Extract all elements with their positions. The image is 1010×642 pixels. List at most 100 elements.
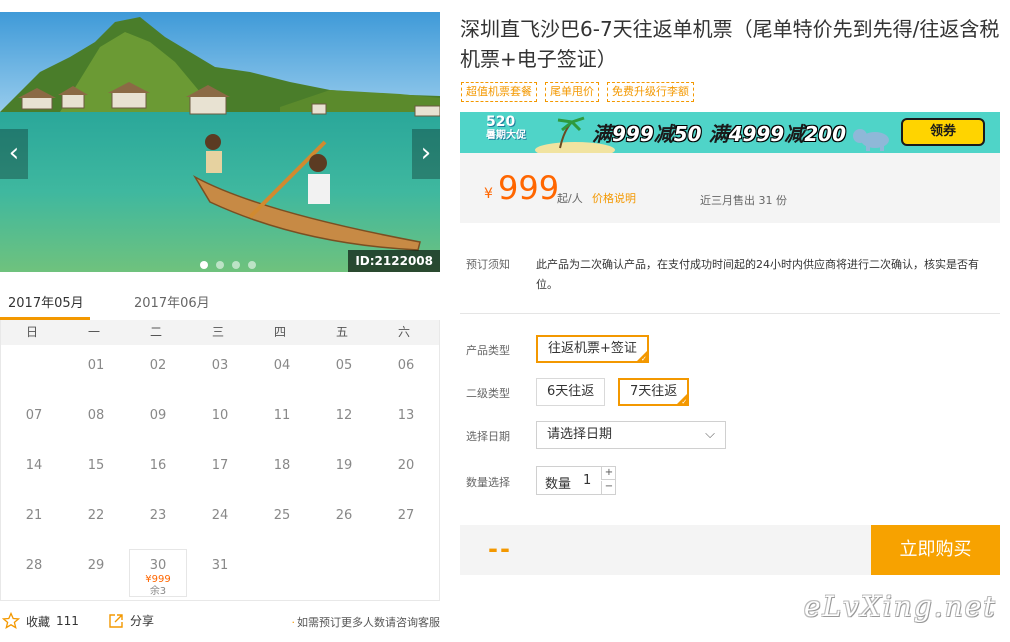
calendar-day-number: 04 — [273, 358, 291, 373]
calendar-day: 31 — [191, 549, 249, 597]
calendar-day: 22 — [67, 499, 125, 547]
tag-clearance: 尾单甩价 — [545, 82, 599, 102]
calendar-day: 05 — [315, 349, 373, 397]
calendar-day-number: 16 — [149, 458, 167, 473]
calendar-day-number: 24 — [211, 508, 229, 523]
calendar-day: 20 — [377, 449, 435, 497]
banner-word: 减 — [784, 122, 805, 146]
quantity-field-label: 数量 — [545, 477, 572, 492]
calendar-day: 12 — [315, 399, 373, 447]
product-gallery[interactable]: ‹ › ID:2122008 — [0, 12, 440, 272]
calendar-day-number: 10 — [211, 408, 229, 423]
gallery-dot[interactable] — [200, 261, 208, 269]
calendar-day: 13 — [377, 399, 435, 447]
calendar-day-available[interactable]: 30 ¥999 余3 — [129, 549, 187, 597]
total-price: -- — [488, 535, 512, 563]
gallery-dots — [200, 261, 256, 269]
calendar-day-number: 25 — [273, 508, 291, 523]
quantity-decrease-button[interactable]: − — [601, 481, 616, 494]
calendar-day: 21 — [5, 499, 63, 547]
tab-month-1[interactable]: 2017年05月 — [8, 292, 84, 311]
calendar-day-number: 30 — [149, 558, 167, 573]
weekday-label: 五 — [335, 325, 348, 339]
weekday-label: 三 — [211, 325, 224, 339]
consult-note: · 如需预订更多人数请咨询客服 — [292, 614, 441, 630]
sub-type-option-7-day[interactable]: 7天往返 — [618, 378, 690, 407]
calendar-day: 23 — [129, 499, 187, 547]
banner-logo-number: 520 — [486, 114, 516, 130]
calendar-day-number: 27 — [397, 508, 415, 523]
sub-type-option-6-day[interactable]: 6天往返 — [536, 378, 606, 406]
calendar-day-number: 29 — [87, 558, 105, 573]
price-currency: ¥ — [484, 186, 493, 202]
product-id-badge: ID:2122008 — [348, 250, 440, 272]
calendar-day-number: 21 — [25, 508, 43, 523]
claim-coupon-button[interactable]: 领券 — [901, 118, 985, 146]
calendar-day-number: 06 — [397, 358, 415, 373]
calendar-day: 16 — [129, 449, 187, 497]
quantity-increase-button[interactable]: + — [601, 467, 616, 480]
calendar-day: 25 — [253, 499, 311, 547]
calendar-day-number: 18 — [273, 458, 291, 473]
favorite-label: 收藏 — [26, 614, 51, 629]
product-title: 深圳直飞沙巴6-7天往返单机票（尾单特价先到先得/往返含税机票+电子签证） — [460, 17, 1000, 71]
calendar-day-number: 09 — [149, 408, 167, 423]
calendar-day-number: 05 — [335, 358, 353, 373]
calendar-day-price: ¥999 — [145, 574, 171, 585]
calendar-day-number: 12 — [335, 408, 353, 423]
calendar-day: 04 — [253, 349, 311, 397]
weekday-label: 六 — [397, 325, 410, 339]
banner-word: 满 — [592, 122, 612, 146]
calendar-day-number: 15 — [87, 458, 105, 473]
calendar-day: 27 — [377, 499, 435, 547]
calendar-day: 06 — [377, 349, 435, 397]
calendar-day-number: 07 — [25, 408, 43, 423]
price-amount: 999 — [498, 169, 560, 207]
banner-number: 200 — [804, 122, 846, 146]
notice-label: 预订须知 — [466, 258, 510, 271]
gallery-dot[interactable] — [216, 261, 224, 269]
date-select-value: 请选择日期 — [547, 427, 613, 442]
calendar-day: 09 — [129, 399, 187, 447]
buy-now-button[interactable]: 立即购买 — [871, 525, 1000, 575]
bullet-icon: · — [291, 616, 296, 629]
calendar-day-number: 02 — [149, 358, 167, 373]
calendar-day: 29 — [67, 549, 125, 597]
calendar-day-number: 17 — [211, 458, 229, 473]
gallery-next-button[interactable]: › — [412, 129, 440, 179]
banner-number: 999 — [612, 122, 654, 146]
calendar-day-number: 01 — [87, 358, 105, 373]
calendar-day-number: 23 — [149, 508, 167, 523]
favorite-count: 111 — [56, 614, 79, 628]
gallery-dot[interactable] — [248, 261, 256, 269]
price-explain-link[interactable]: 价格说明 — [592, 190, 636, 206]
calendar-day: 26 — [315, 499, 373, 547]
banner-promo-text: 满999减50 满4999减200 — [592, 118, 846, 147]
calendar-day-number: 20 — [397, 458, 415, 473]
calendar-day-number: 08 — [87, 408, 105, 423]
favorite-button[interactable]: 收藏 111 — [2, 612, 79, 630]
divider — [460, 313, 1000, 314]
share-button[interactable]: 分享 — [108, 612, 154, 629]
gallery-prev-button[interactable]: ‹ — [0, 129, 28, 179]
calendar: 日 一 二 三 四 五 六 01 02 03 04 05 06 07 08 09 10 11 12 13 14 15 16… — [0, 320, 440, 601]
date-select[interactable]: 请选择日期 ⌵ — [536, 421, 726, 449]
banner-word: 减 — [653, 122, 674, 146]
calendar-day-number: 31 — [211, 558, 229, 573]
site-watermark: eLvXing.net — [804, 590, 997, 623]
quantity-label: 数量选择 — [466, 476, 510, 489]
sales-count: 近三月售出 31 份 — [700, 194, 787, 207]
calendar-day: 01 — [67, 349, 125, 397]
tab-month-2[interactable]: 2017年06月 — [134, 292, 210, 311]
banner-number: 4999 — [728, 122, 785, 146]
date-label: 选择日期 — [466, 430, 510, 443]
quantity-stepper[interactable]: 数量 1 + − — [536, 466, 616, 495]
gallery-dot[interactable] — [232, 261, 240, 269]
chevron-down-icon: ⌵ — [705, 427, 715, 442]
chevron-right-icon: › — [420, 138, 432, 168]
consult-text: 如需预订更多人数请咨询客服 — [297, 616, 440, 629]
chevron-left-icon: ‹ — [8, 138, 20, 168]
promo-banner[interactable]: 520 暑期大促 满999减50 满4999减200 领券 — [460, 112, 1000, 153]
product-type-option[interactable]: 往返机票+签证 — [536, 335, 649, 364]
tag-luggage-upgrade: 免费升级行李额 — [607, 82, 694, 102]
